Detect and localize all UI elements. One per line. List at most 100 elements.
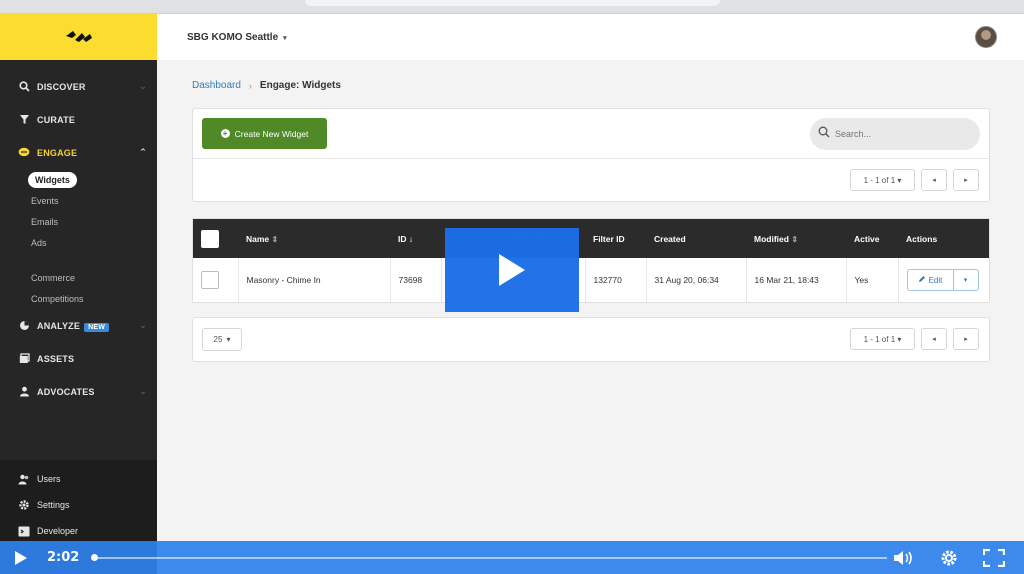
chevron-down-icon: ⌄ <box>139 386 147 396</box>
volume-icon <box>894 550 912 565</box>
avatar[interactable] <box>975 26 997 48</box>
pencil-icon <box>918 275 926 285</box>
fullscreen-button[interactable] <box>979 548 1009 567</box>
users-icon <box>18 473 30 485</box>
brand-logo[interactable] <box>0 14 157 60</box>
create-widget-label: Create New Widget <box>234 128 309 139</box>
cell-id: 73698 <box>390 258 442 302</box>
video-controls-bar: 2:02 <box>0 541 1024 574</box>
sub-item-emails[interactable]: Emails <box>31 211 157 232</box>
cell-actions: Edit ▾ <box>898 258 989 302</box>
settings-button[interactable] <box>934 549 964 567</box>
edit-dropdown-toggle[interactable]: ▾ <box>953 269 979 291</box>
main-nav: DISCOVER ⌄ CURATE ENGAGE ⌃ Widgets Event… <box>0 60 157 408</box>
chat-bubble-icon <box>18 147 30 159</box>
prev-page-button[interactable]: ◂ <box>921 328 947 350</box>
row-checkbox[interactable] <box>201 271 219 289</box>
top-header: SBG KOMO Seattle ▾ <box>157 14 1024 60</box>
breadcrumb: Dashboard › Engage: Widgets <box>192 80 341 91</box>
per-page-select[interactable]: 25 ▾ <box>202 328 242 351</box>
video-progress-bar[interactable] <box>91 554 887 561</box>
sub-item-commerce[interactable]: Commerce <box>31 267 157 288</box>
search-box[interactable] <box>810 118 980 150</box>
col-id[interactable]: ID ↓ <box>390 219 441 258</box>
nav-label: ENGAGE <box>37 147 78 158</box>
breadcrumb-dashboard[interactable]: Dashboard <box>192 80 241 91</box>
nav-users[interactable]: Users <box>0 466 157 492</box>
select-all-header <box>193 219 238 258</box>
col-modified[interactable]: Modified ⇕ <box>746 219 846 258</box>
edit-button[interactable]: Edit <box>906 269 954 291</box>
sub-item-widgets[interactable]: Widgets <box>28 169 157 190</box>
address-bar[interactable] <box>305 0 720 6</box>
select-all-checkbox[interactable] <box>201 229 219 248</box>
filter-icon <box>18 114 30 126</box>
search-icon <box>18 81 30 93</box>
cell-name[interactable]: Masonry - Chime In <box>238 258 391 302</box>
gear-icon <box>941 550 957 565</box>
cell-filter-id: 132770 <box>585 258 647 302</box>
nav-assets[interactable]: ASSETS <box>0 342 157 375</box>
page-range-select[interactable]: 1 - 1 of 1 ▾ <box>850 169 915 191</box>
gear-icon <box>18 499 30 511</box>
logo-icon <box>65 31 92 42</box>
col-name[interactable]: Name ⇕ <box>238 219 390 258</box>
code-icon <box>18 525 30 537</box>
org-name: SBG KOMO Seattle <box>187 31 279 43</box>
next-page-button[interactable]: ▸ <box>953 169 979 191</box>
page-range-select[interactable]: 1 - 1 of 1 ▾ <box>850 328 915 350</box>
breadcrumb-current: Engage: Widgets <box>259 80 341 91</box>
nav-label: CURATE <box>37 114 76 125</box>
nav-label: DISCOVER <box>37 81 86 92</box>
bottom-pagination-panel: 25 ▾ 1 - 1 of 1 ▾ ◂ ▸ <box>192 317 990 362</box>
bottom-pager: 1 - 1 of 1 ▾ ◂ ▸ <box>850 328 979 350</box>
edit-label: Edit <box>928 275 943 285</box>
chevron-up-icon: ⌃ <box>139 147 147 157</box>
col-filter-id[interactable]: Filter ID <box>585 219 646 258</box>
play-button[interactable] <box>14 550 30 566</box>
sort-desc-icon: ↓ <box>408 233 414 244</box>
sub-item-ads[interactable]: Ads <box>31 232 157 253</box>
next-page-button[interactable]: ▸ <box>953 328 979 350</box>
video-play-overlay-button[interactable] <box>445 228 579 312</box>
nav-label: ANALYZE NEW <box>37 321 139 332</box>
video-time: 2:02 <box>47 550 80 565</box>
nav-discover[interactable]: DISCOVER ⌄ <box>0 70 157 103</box>
sort-icon: ⇕ <box>791 234 799 244</box>
col-actions: Actions <box>906 233 938 244</box>
sub-item-competitions[interactable]: Competitions <box>31 288 157 309</box>
table-row: Masonry - Chime In 73698 132770 31 Aug 2… <box>193 258 989 302</box>
nav-label: Users <box>37 474 61 484</box>
nav-analyze[interactable]: ANALYZE NEW ⌄ <box>0 309 157 342</box>
widgets-toolbar-panel: + Create New Widget 1 - 1 of 1 ▾ ◂ ▸ <box>192 108 990 202</box>
nav-engage[interactable]: ENGAGE ⌃ <box>0 136 157 169</box>
chevron-down-icon: ⌄ <box>139 81 147 91</box>
nav-advocates[interactable]: ADVOCATES ⌄ <box>0 375 157 408</box>
org-switcher[interactable]: SBG KOMO Seattle ▾ <box>187 32 287 43</box>
search-input[interactable] <box>835 129 965 139</box>
play-icon <box>499 254 525 286</box>
col-created[interactable]: Created <box>646 219 746 258</box>
progress-knob[interactable] <box>91 554 98 561</box>
nav-curate[interactable]: CURATE <box>0 103 157 136</box>
nav-settings[interactable]: Settings <box>0 492 157 518</box>
sort-icon: ⇕ <box>271 234 279 244</box>
divider <box>193 158 989 159</box>
row-select-cell <box>193 258 239 302</box>
breadcrumb-separator: › <box>248 80 252 91</box>
fullscreen-icon <box>983 548 1005 567</box>
volume-button[interactable] <box>889 550 919 566</box>
sidebar: DISCOVER ⌄ CURATE ENGAGE ⌃ Widgets Event… <box>0 14 157 574</box>
edit-button-group: Edit ▾ <box>906 269 990 291</box>
prev-page-button[interactable]: ◂ <box>921 169 947 191</box>
caret-down-icon: ▾ <box>283 34 287 42</box>
browser-chrome <box>0 0 1024 14</box>
search-icon <box>818 125 830 143</box>
create-widget-button[interactable]: + Create New Widget <box>202 118 327 149</box>
nav-label: Settings <box>37 500 70 510</box>
widgets-table: Name ⇕ ID ↓ Type Filter Name Filter ID C… <box>192 218 990 303</box>
video-right-controls <box>889 541 1024 574</box>
table-header-row: Name ⇕ ID ↓ Type Filter Name Filter ID C… <box>193 219 989 258</box>
cell-modified: 16 Mar 21, 18:43 <box>746 258 847 302</box>
sub-item-events[interactable]: Events <box>31 190 157 211</box>
